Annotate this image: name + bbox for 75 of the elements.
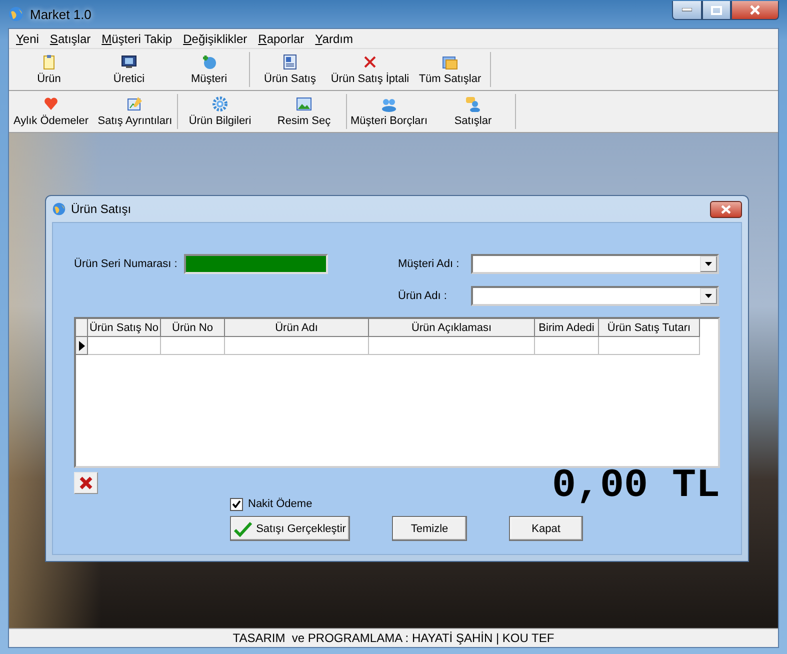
close-icon — [721, 204, 731, 214]
checkbox[interactable] — [230, 498, 243, 510]
close-icon — [749, 5, 761, 15]
column-header[interactable]: Ürün Adı — [225, 319, 369, 337]
dropdown-arrow-icon — [705, 294, 712, 298]
column-header[interactable]: Ürün Satış No — [88, 319, 161, 337]
toolbar-button[interactable]: Resim Seç — [262, 94, 346, 129]
folder-icon — [442, 54, 458, 70]
checkbox-label: Nakit Ödeme — [248, 498, 312, 510]
monitor-icon — [121, 54, 137, 70]
toolbar-button[interactable]: Ürün Satış İptali — [330, 52, 410, 87]
heart-icon — [43, 96, 59, 112]
menu-item[interactable]: Raporlar — [254, 32, 312, 46]
table-cell[interactable] — [535, 337, 599, 355]
confirm-button[interactable]: Satışı Gerçekleştir — [230, 516, 350, 541]
toolbar-button[interactable]: Müşteri — [169, 52, 249, 87]
menu-item[interactable]: Satışlar — [46, 32, 98, 46]
person-add-icon — [201, 54, 217, 70]
picture-icon — [296, 96, 312, 112]
delete-button[interactable] — [74, 472, 98, 494]
product-combo-box[interactable] — [471, 286, 719, 306]
table-cell[interactable] — [161, 337, 225, 355]
status-bar-text: TASARIM ve PROGRAMLAMA : HAYATİ ŞAHİN | KOU TEF — [232, 631, 554, 645]
field-label: Müşteri Adı : — [398, 258, 460, 270]
checkmark-icon — [232, 500, 241, 508]
toolbar-button[interactable]: Ürün Satış — [250, 52, 330, 87]
gear-icon — [212, 96, 228, 112]
maximize-button[interactable] — [702, 1, 731, 20]
row-header-cell[interactable] — [76, 337, 88, 355]
globe-icon — [8, 6, 24, 22]
person-speech-icon — [465, 96, 481, 112]
people-icon — [381, 96, 397, 112]
toolbar-button[interactable]: Ürün — [9, 52, 89, 87]
column-header[interactable]: Birim Adedi — [535, 319, 599, 337]
table-cell[interactable] — [225, 337, 369, 355]
cross-icon — [362, 54, 378, 70]
customer-combo-box[interactable] — [471, 254, 719, 274]
serial-number-field[interactable] — [184, 254, 328, 274]
toolbar-button[interactable]: Müşteri Borçları — [347, 94, 431, 129]
column-header[interactable]: Ürün No — [161, 319, 225, 337]
form-icon — [282, 54, 298, 70]
column-header[interactable]: Ürün Açıklaması — [369, 319, 535, 337]
document-icon — [41, 54, 57, 70]
total-amount: 0,00 TL — [552, 469, 720, 505]
window-title: Market 1.0 — [30, 6, 92, 22]
table-cell[interactable] — [369, 337, 535, 355]
action-button[interactable]: Kapat — [509, 516, 583, 541]
minimize-icon — [682, 8, 692, 12]
menu-item[interactable]: Müşteri Takip — [98, 32, 180, 46]
menu-item[interactable]: Yardım — [311, 32, 360, 46]
dropdown-arrow-icon — [705, 262, 712, 266]
action-button[interactable]: Temizle — [392, 516, 467, 541]
toolbar-button[interactable]: Tüm Satışlar — [410, 52, 490, 87]
menu-item[interactable]: Değişiklikler — [179, 32, 254, 46]
minimize-button[interactable] — [672, 1, 702, 20]
toolbar-button[interactable]: Aylık Ödemeler — [9, 94, 93, 129]
toolbar-button[interactable]: Satış Ayrıntıları — [93, 94, 177, 129]
maximize-icon — [711, 6, 722, 14]
corner-header-cell — [76, 319, 88, 337]
checkmark-icon — [234, 520, 252, 536]
close-button[interactable] — [710, 200, 742, 218]
dialog-title: Ürün Satışı — [71, 202, 132, 216]
toolbar-button[interactable]: Ürün Bilgileri — [178, 94, 262, 129]
column-header[interactable]: Ürün Satış Tutarı — [599, 319, 700, 337]
toolbar-button[interactable]: Satışlar — [431, 94, 515, 129]
menu-item[interactable]: Yeni — [12, 32, 46, 46]
close-button[interactable] — [731, 1, 779, 20]
globe-icon — [52, 202, 66, 216]
cross-icon — [79, 476, 93, 490]
table-cell[interactable] — [599, 337, 700, 355]
field-label: Ürün Adı : — [398, 290, 448, 302]
table-cell[interactable] — [88, 337, 161, 355]
field-label: Ürün Seri Numarası : — [74, 258, 178, 270]
chart-pencil-icon — [127, 96, 143, 112]
toolbar-button[interactable]: Üretici — [89, 52, 169, 87]
